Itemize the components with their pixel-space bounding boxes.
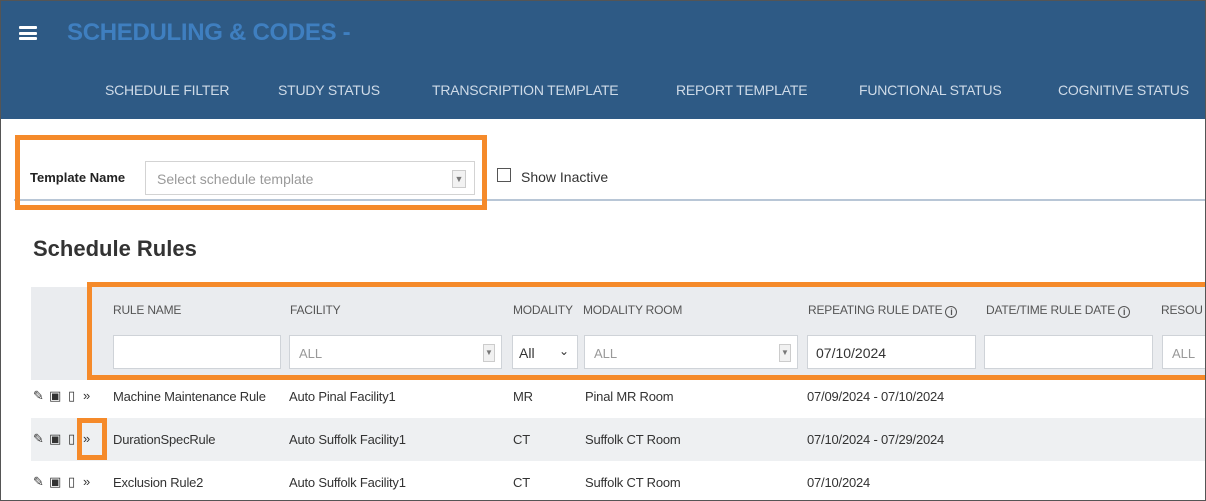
modality-room-filter-select[interactable]: ALL ▼ — [584, 335, 798, 369]
table-row[interactable]: ✎ ▣ ▯ » DurationSpecRule Auto Suffolk Fa… — [31, 418, 1206, 461]
col-rule-name[interactable]: RULE NAME — [113, 303, 181, 317]
info-icon[interactable]: i — [1118, 306, 1131, 318]
repeating-rule-date-value: 07/10/2024 — [816, 345, 887, 361]
col-modality[interactable]: MODALITY — [513, 303, 573, 317]
col-repeating-rule-date[interactable]: REPEATING RULE DATE i — [808, 303, 958, 318]
repeating-rule-date-cell: 07/10/2024 — [807, 475, 871, 490]
repeating-rule-date-cell: 07/10/2024 - 07/29/2024 — [807, 432, 945, 447]
facility-filter-select[interactable]: ALL ▼ — [289, 335, 502, 369]
nav-cognitive-status[interactable]: COGNITIVE STATUS — [1058, 82, 1189, 98]
forward-icon[interactable]: » — [83, 431, 90, 447]
edit-icon[interactable]: ✎ — [33, 474, 44, 490]
nav-study-status[interactable]: STUDY STATUS — [278, 82, 380, 98]
facility-cell: Auto Suffolk Facility1 — [289, 432, 406, 447]
modality-room-cell: Suffolk CT Room — [585, 475, 681, 490]
col-repeating-rule-date-label: REPEATING RULE DATE — [808, 303, 943, 317]
filter-divider — [14, 199, 1206, 201]
nav-functional-status[interactable]: FUNCTIONAL STATUS — [859, 82, 1002, 98]
copy-icon[interactable]: ▣ — [49, 388, 61, 404]
edit-icon[interactable]: ✎ — [33, 431, 44, 447]
nav-schedule-filter[interactable]: SCHEDULE FILTER — [105, 82, 230, 98]
facility-cell: Auto Suffolk Facility1 — [289, 475, 406, 490]
modality-filter-value: All — [519, 345, 535, 361]
modality-cell: CT — [513, 475, 530, 490]
rule-name-cell[interactable]: Machine Maintenance Rule — [113, 389, 266, 404]
delete-icon[interactable]: ▯ — [68, 388, 75, 404]
resource-filter-value: ALL — [1172, 346, 1196, 361]
modality-room-cell: Suffolk CT Room — [585, 432, 681, 447]
info-icon[interactable]: i — [945, 306, 958, 318]
template-name-label: Template Name — [30, 170, 126, 185]
rule-name-filter-input[interactable] — [113, 335, 281, 369]
rule-name-cell[interactable]: DurationSpecRule — [113, 432, 216, 447]
copy-icon[interactable]: ▣ — [49, 474, 61, 490]
nav-report-template[interactable]: REPORT TEMPLATE — [676, 82, 808, 98]
template-name-placeholder: Select schedule template — [157, 171, 314, 187]
facility-cell: Auto Pinal Facility1 — [289, 389, 396, 404]
row-actions: ✎ ▣ ▯ » — [31, 388, 111, 404]
modality-room-cell: Pinal MR Room — [585, 389, 674, 404]
modality-cell: MR — [513, 389, 533, 404]
menu-icon[interactable] — [19, 26, 37, 40]
modality-cell: CT — [513, 432, 530, 447]
dropdown-arrow-icon[interactable]: ▼ — [452, 170, 466, 188]
repeating-rule-date-input[interactable]: 07/10/2024 — [807, 335, 976, 369]
show-inactive-checkbox[interactable] — [497, 168, 511, 182]
nav-transcription-template[interactable]: TRANSCRIPTION TEMPLATE — [432, 82, 619, 98]
resource-filter-select[interactable]: ALL — [1162, 335, 1206, 369]
template-name-select[interactable]: Select schedule template ▼ — [145, 161, 475, 195]
col-modality-room[interactable]: MODALITY ROOM — [583, 303, 682, 317]
forward-icon[interactable]: » — [83, 474, 90, 490]
modality-filter-select[interactable]: All ⌄ — [512, 335, 578, 369]
dropdown-arrow-icon[interactable]: ▼ — [483, 344, 495, 362]
copy-icon[interactable]: ▣ — [49, 431, 61, 447]
chevron-down-icon[interactable]: ⌄ — [559, 344, 569, 358]
table-row[interactable]: ✎ ▣ ▯ » Exclusion Rule2 Auto Suffolk Fac… — [31, 461, 1206, 501]
repeating-rule-date-cell: 07/09/2024 - 07/10/2024 — [807, 389, 945, 404]
modality-room-filter-value: ALL — [594, 346, 618, 361]
rule-name-cell[interactable]: Exclusion Rule2 — [113, 475, 203, 490]
edit-icon[interactable]: ✎ — [33, 388, 44, 404]
col-resource[interactable]: RESOU — [1161, 303, 1203, 317]
delete-icon[interactable]: ▯ — [68, 431, 75, 447]
col-facility[interactable]: FACILITY — [290, 303, 341, 317]
date-time-rule-date-input[interactable] — [984, 335, 1153, 369]
app-header: SCHEDULING & CODES - SCHEDULE FILTER STU… — [1, 1, 1205, 119]
row-actions: ✎ ▣ ▯ » — [31, 474, 111, 490]
dropdown-arrow-icon[interactable]: ▼ — [779, 344, 791, 362]
delete-icon[interactable]: ▯ — [68, 474, 75, 490]
row-actions: ✎ ▣ ▯ » — [31, 431, 111, 447]
forward-icon[interactable]: » — [83, 388, 90, 404]
show-inactive-label[interactable]: Show Inactive — [521, 169, 608, 185]
facility-filter-value: ALL — [299, 346, 323, 361]
col-date-time-rule-date-label: DATE/TIME RULE DATE — [986, 303, 1116, 317]
nav-bar: SCHEDULE FILTER STUDY STATUS TRANSCRIPTI… — [1, 82, 1205, 102]
app-title[interactable]: SCHEDULING & CODES - — [67, 19, 351, 47]
section-title: Schedule Rules — [33, 236, 197, 261]
table-row[interactable]: ✎ ▣ ▯ » Machine Maintenance Rule Auto Pi… — [31, 375, 1206, 418]
col-date-time-rule-date[interactable]: DATE/TIME RULE DATE i — [986, 303, 1131, 318]
